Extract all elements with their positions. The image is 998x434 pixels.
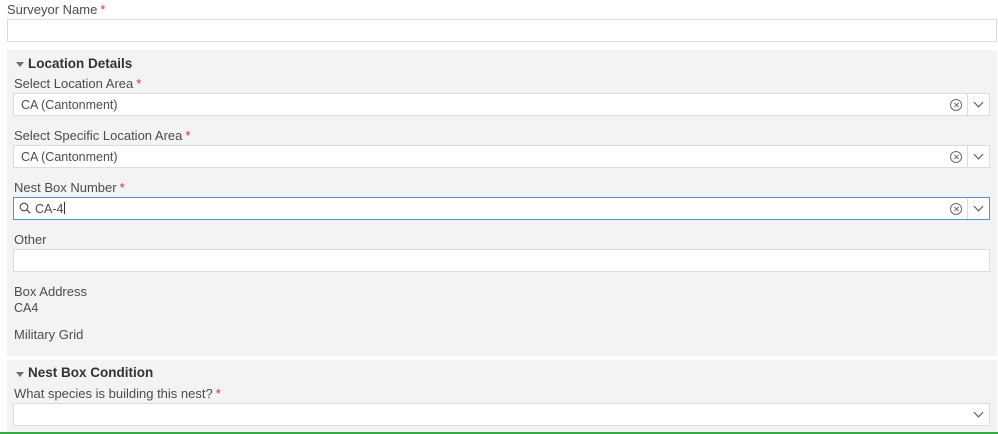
chevron-down-icon[interactable] — [973, 201, 984, 212]
specific-area-select[interactable]: CA (Cantonment) — [13, 145, 990, 168]
search-icon — [19, 202, 31, 214]
clear-circle-x-icon[interactable] — [950, 99, 962, 111]
nest-box-number-value: CA-4 — [35, 202, 66, 216]
species-label: What species is building this nest? * — [14, 386, 221, 401]
other-label: Other — [14, 232, 47, 247]
divider — [967, 94, 968, 115]
caret-down-icon[interactable] — [16, 62, 24, 67]
military-grid-label: Military Grid — [14, 327, 84, 342]
text-cursor — [64, 202, 66, 214]
box-address-label: Box Address — [14, 284, 87, 299]
surveyor-name-label: Surveyor Name * — [7, 2, 106, 17]
clear-circle-x-icon[interactable] — [950, 151, 962, 163]
divider — [967, 198, 968, 219]
nest-box-number-label: Nest Box Number * — [14, 180, 125, 195]
location-details-group: Location Details Select Location Area * C… — [7, 50, 997, 356]
nest-box-number-combobox[interactable]: CA-4 — [13, 197, 990, 220]
location-area-label: Select Location Area * — [14, 76, 142, 91]
caret-down-icon[interactable] — [16, 372, 24, 377]
specific-area-value: CA (Cantonment) — [21, 150, 118, 164]
location-area-select[interactable]: CA (Cantonment) — [13, 93, 990, 116]
divider — [967, 146, 968, 167]
clear-circle-x-icon[interactable] — [950, 203, 962, 215]
species-select[interactable] — [13, 403, 990, 426]
location-area-value: CA (Cantonment) — [21, 98, 118, 112]
chevron-down-icon[interactable] — [973, 407, 984, 418]
box-address-value: CA4 — [14, 301, 39, 315]
location-details-title[interactable]: Location Details — [28, 56, 132, 71]
other-input[interactable] — [13, 249, 990, 272]
surveyor-name-input[interactable] — [7, 19, 997, 42]
nest-box-condition-title[interactable]: Nest Box Condition — [28, 365, 153, 380]
specific-area-label: Select Specific Location Area * — [14, 128, 191, 143]
chevron-down-icon[interactable] — [973, 97, 984, 108]
nest-box-condition-group: Nest Box Condition What species is build… — [7, 360, 997, 434]
chevron-down-icon[interactable] — [973, 149, 984, 160]
